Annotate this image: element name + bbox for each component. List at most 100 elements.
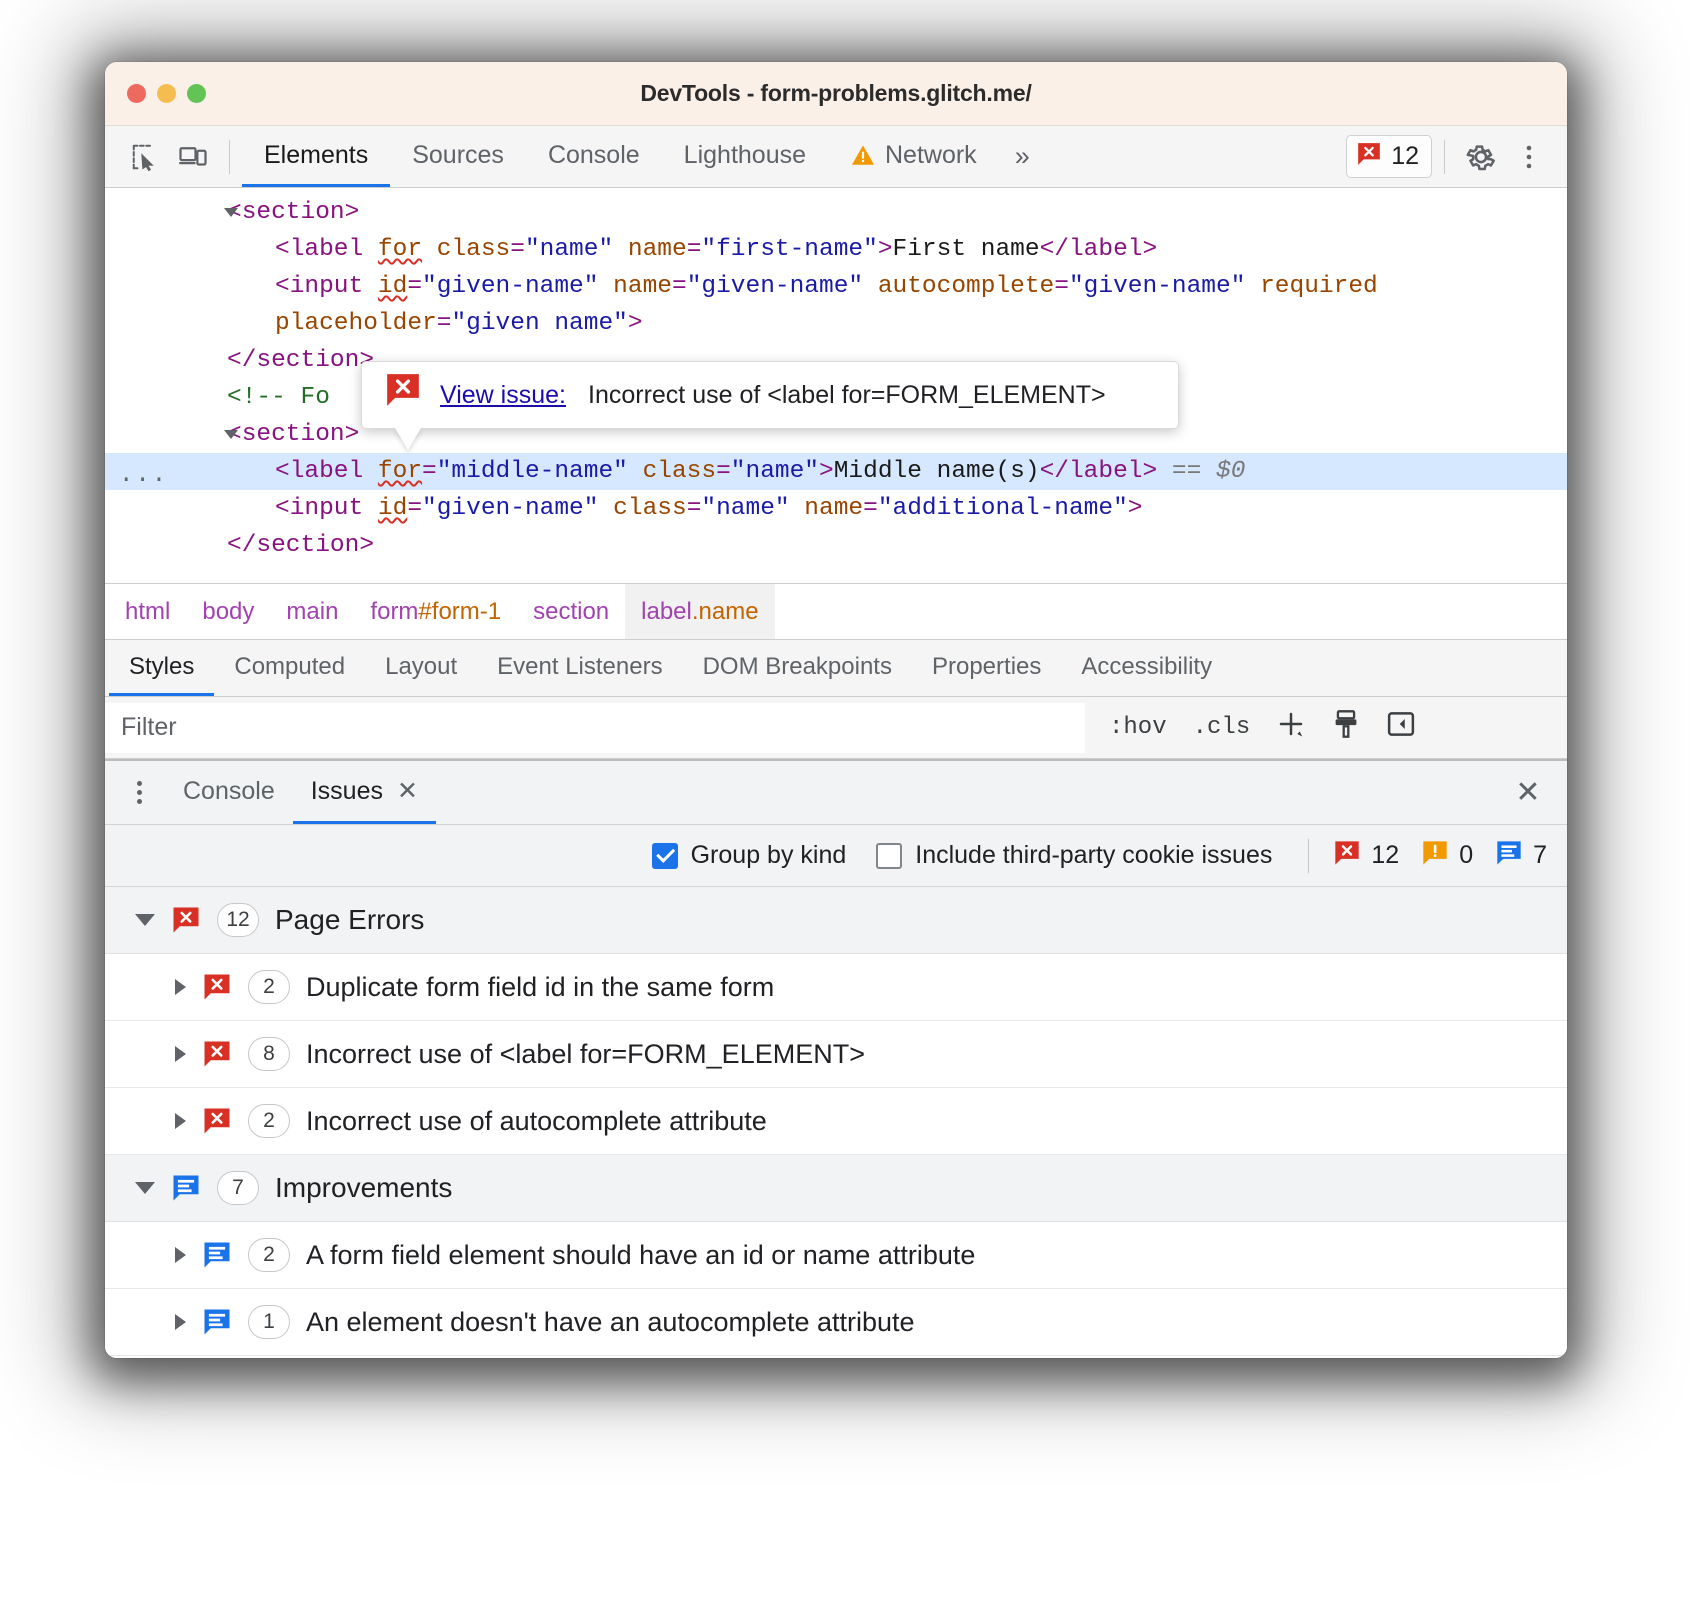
tab-styles-label: Styles [129,653,194,681]
issue-row[interactable]: 1An element doesn't have an autocomplete… [105,1289,1567,1356]
chevron-right-icon[interactable] [175,1247,186,1263]
more-panels-icon[interactable]: » [999,141,1043,172]
tab-sources-label: Sources [412,141,504,170]
tab-console[interactable]: Console [526,126,662,187]
chevron-right-icon[interactable] [175,1046,186,1062]
device-toolbar-icon[interactable] [169,133,217,181]
breadcrumb-item-html[interactable]: html [109,584,186,639]
issue-category-row[interactable]: 12Page Errors [105,887,1567,954]
dom-token-tag: <section> [227,421,359,448]
issue-title: Duplicate form field id in the same form [306,972,774,1003]
close-icon[interactable]: ✕ [397,776,418,806]
tab-properties[interactable]: Properties [912,640,1061,696]
dom-token-tag: </section> [227,532,374,559]
drawer-kebab-menu-icon[interactable] [113,761,165,824]
dom-token-tag: <input [275,273,378,300]
dom-token-tag: > [628,310,643,337]
dom-token-attr: autocomplete [863,273,1054,300]
dom-token-squiggle: for [378,458,422,485]
tab-dom-breakpoints[interactable]: DOM Breakpoints [683,640,912,696]
dom-token-tag: </label> [1040,236,1158,263]
dom-row[interactable]: <section> [105,194,1567,231]
cls-button[interactable]: .cls [1187,710,1257,745]
error-count-group[interactable]: 12 [1333,839,1399,872]
tab-accessibility-label: Accessibility [1081,653,1212,681]
tab-layout-label: Layout [385,653,457,681]
dom-token-attr: class [422,236,510,263]
kebab-menu-icon[interactable] [1505,133,1553,181]
issue-row[interactable]: 2A form field element should have an id … [105,1222,1567,1289]
chevron-down-icon[interactable] [135,914,155,926]
tab-sources[interactable]: Sources [390,126,526,187]
group-by-kind-checkbox[interactable]: Group by kind [652,841,847,870]
devtools-drawer: Console Issues ✕ ✕ Group by kind Include… [105,759,1567,1358]
chevron-down-icon[interactable] [135,1182,155,1194]
breadcrumb-item-main[interactable]: main [270,584,354,639]
dom-token-val: "given name" [451,310,627,337]
chevron-right-icon[interactable] [175,979,186,995]
dom-token-attr: name [613,236,687,263]
error-badge-icon [202,1039,232,1069]
paintbrush-icon[interactable] [1326,705,1366,751]
third-party-cookie-checkbox[interactable]: Include third-party cookie issues [876,841,1272,870]
dom-token-attr: placeholder [275,310,437,337]
issue-title: Page Errors [275,904,424,936]
dom-token-tag: = [687,236,702,263]
breadcrumb-item-section[interactable]: section [517,584,625,639]
breadcrumb-item-label[interactable]: label.name [625,584,774,639]
dom-token-tag: > [878,236,893,263]
dom-token-val: "first-name" [701,236,877,263]
issue-row[interactable]: 2Duplicate form field id in the same for… [105,954,1567,1021]
tab-network[interactable]: Network [828,126,999,187]
plus-icon[interactable] [1270,705,1312,751]
dom-token-squiggle: for [378,236,422,263]
group-by-kind-label: Group by kind [691,841,847,870]
dom-token-val: "additional-name" [878,495,1128,522]
tab-accessibility[interactable]: Accessibility [1061,640,1232,696]
dom-row[interactable]: <input id="given-name" class="name" name… [105,490,1567,527]
breadcrumb-item-form[interactable]: form#form-1 [354,584,517,639]
tab-layout[interactable]: Layout [365,640,477,696]
inspect-element-icon[interactable] [121,133,169,181]
info-count-group[interactable]: 7 [1495,839,1547,872]
warning-count-group[interactable]: 0 [1421,839,1473,872]
tab-lighthouse[interactable]: Lighthouse [662,126,828,187]
toggle-sidebar-icon[interactable] [1380,705,1422,751]
dom-row[interactable]: </section> [105,527,1567,564]
view-issue-link[interactable]: View issue: [440,377,566,414]
dom-tree-panel[interactable]: <section><label for class="name" name="f… [105,188,1567,583]
hov-button[interactable]: :hov [1103,710,1173,745]
expand-triangle-icon[interactable] [224,430,238,445]
gear-icon[interactable] [1457,133,1505,181]
tab-elements[interactable]: Elements [242,126,390,187]
dom-row-selected[interactable]: ···<label for="middle-name" class="name"… [105,453,1567,490]
chevron-right-icon[interactable] [175,1113,186,1129]
info-badge-icon [171,1173,201,1203]
expand-triangle-icon[interactable] [224,208,238,223]
issues-toolbar: Group by kind Include third-party cookie… [105,825,1567,887]
dom-row[interactable]: <input id="given-name" name="given-name"… [105,268,1567,305]
tab-styles[interactable]: Styles [109,640,214,696]
checkbox-box [876,843,902,869]
dom-token-attr: name [790,495,864,522]
tab-event-listeners[interactable]: Event Listeners [477,640,682,696]
dom-row[interactable]: <label for class="name" name="first-name… [105,231,1567,268]
error-count-button[interactable]: 12 [1346,135,1432,178]
issue-row[interactable]: 8Incorrect use of <label for=FORM_ELEMEN… [105,1021,1567,1088]
chevron-right-icon[interactable] [175,1314,186,1330]
dom-token-tag: </label> [1040,458,1158,485]
breadcrumb-item-body[interactable]: body [186,584,270,639]
dom-token-tag: <input [275,495,378,522]
drawer-tab-console[interactable]: Console [165,761,293,824]
close-drawer-icon[interactable]: ✕ [1497,761,1559,824]
issue-count-badge: 2 [248,1104,290,1138]
issue-title: Incorrect use of autocomplete attribute [306,1106,767,1137]
tab-computed[interactable]: Computed [214,640,365,696]
search-input[interactable] [105,703,1085,753]
drawer-tab-issues[interactable]: Issues ✕ [293,761,436,824]
issue-category-row[interactable]: 7Improvements [105,1155,1567,1222]
breadcrumb-label: form [370,598,418,626]
dom-row[interactable]: placeholder="given name"> [105,305,1567,342]
dom-token-tag: = [407,273,422,300]
issue-row[interactable]: 2 Incorrect use of autocomplete attribute [105,1088,1567,1155]
